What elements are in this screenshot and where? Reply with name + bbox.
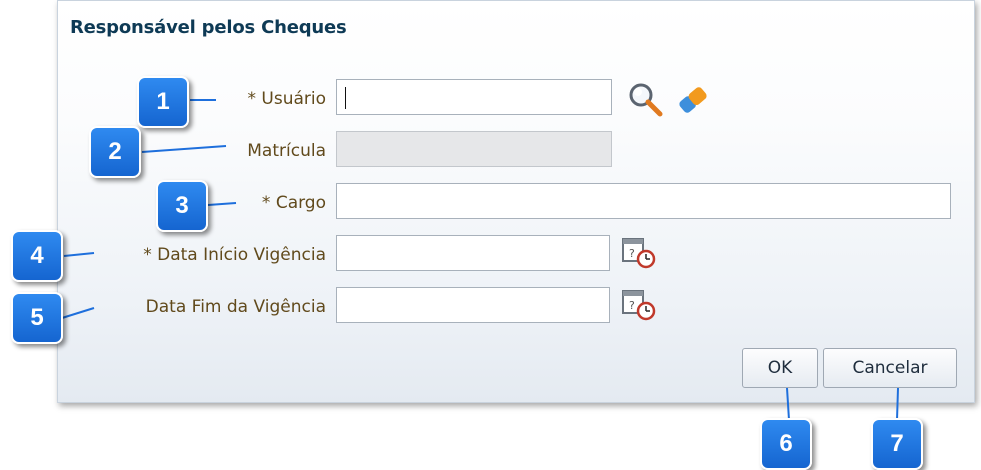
callout-badge: 5: [11, 292, 63, 344]
callout-badge: 2: [89, 126, 141, 178]
callout-badge: 3: [156, 180, 208, 232]
callout-badge: 1: [137, 76, 189, 128]
callout-badge: 6: [760, 418, 812, 470]
callout-connectors: [61, 99, 899, 421]
callout-badge: 4: [11, 230, 63, 282]
callout-badge: 7: [871, 418, 923, 470]
